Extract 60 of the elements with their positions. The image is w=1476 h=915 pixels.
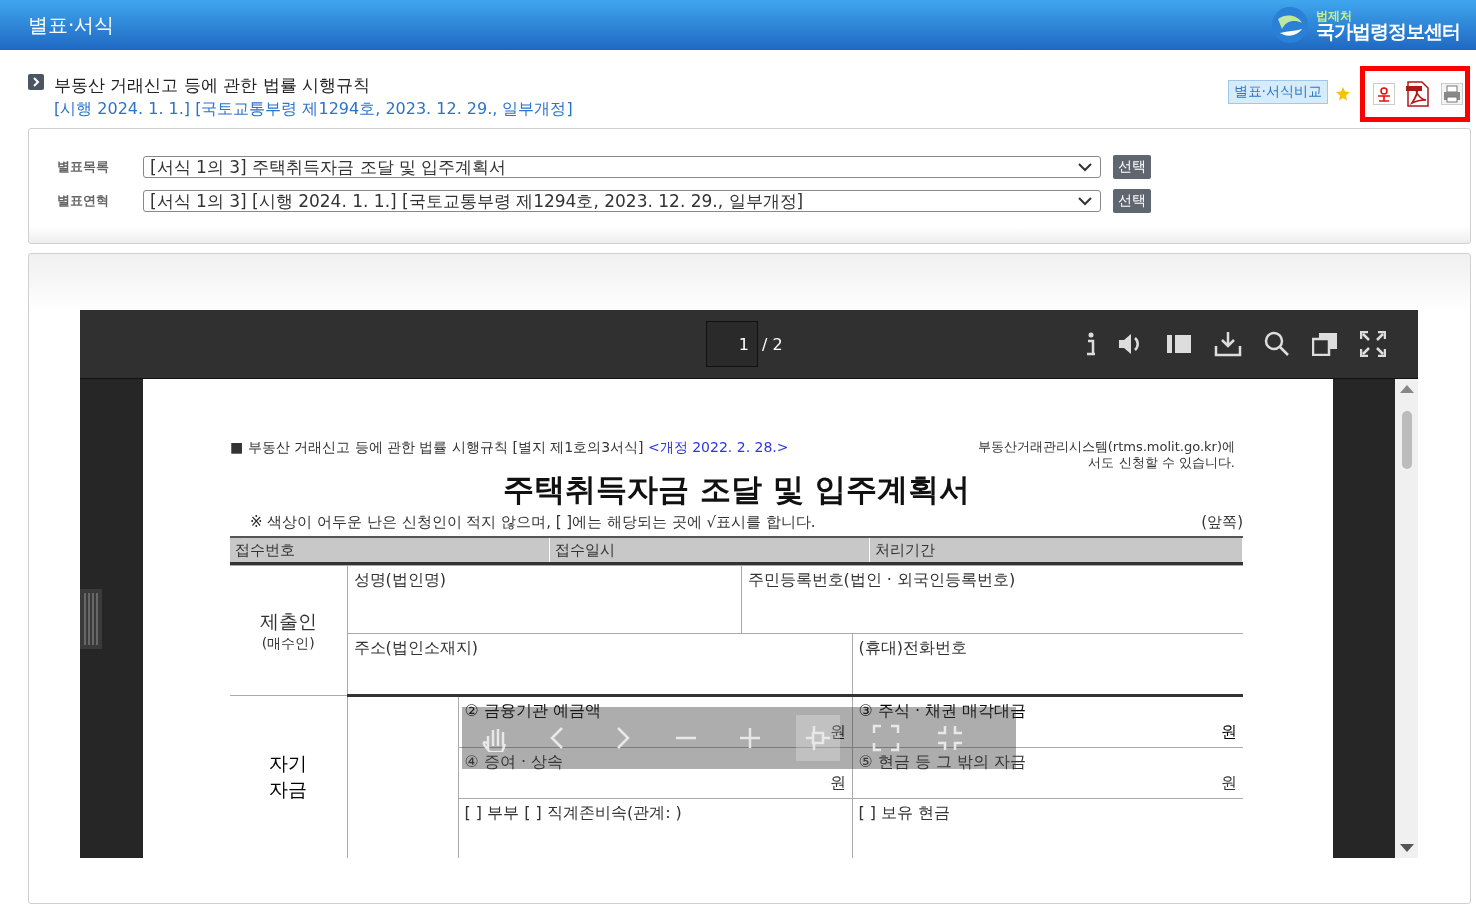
page-total: / 2 [762, 334, 783, 354]
page-title: 별표·서식 [28, 11, 115, 39]
receipt-header: 접수번호 [230, 538, 550, 562]
instruction-text: ※ 색상이 어두운 난은 신청인이 적지 않으며, [ ]에는 해당되는 곳에 √표시를 합니다. [250, 513, 816, 532]
page-side: (앞쪽) [1201, 513, 1243, 532]
scroll-up-icon[interactable] [1399, 385, 1414, 393]
receipt-header: 접수일시 [550, 538, 870, 562]
search-icon[interactable] [1264, 331, 1290, 357]
info-icon[interactable] [1086, 332, 1096, 356]
unit-label: 원 [829, 773, 846, 794]
compare-button[interactable]: 별표·서식비교 [1227, 80, 1328, 104]
select-button[interactable]: 선택 [1113, 189, 1151, 213]
section-sublabel: (매수인) [260, 634, 316, 653]
select-button[interactable]: 선택 [1113, 155, 1151, 179]
online-note: 부동산거래관리시스템(rtms.molit.go.kr)에 [977, 439, 1235, 455]
section-label: 자기 자금 [268, 751, 309, 802]
fullscreen-icon[interactable] [1360, 331, 1386, 357]
chevron-down-icon [1078, 162, 1092, 172]
section-label: 제출인 [259, 609, 317, 632]
checkbox-option: [ ] 부부 [ ] 직계존비속(관계: ) [464, 803, 682, 822]
fund-item: ④ 증여 · 상속 [464, 752, 564, 773]
scroll-down-icon[interactable] [1399, 844, 1414, 852]
dropdown[interactable]: [서식 1의 3] [시행 2024. 1. 1.] [국토교통부령 제1294호, 2023. 12. 29., 일부개정] [143, 190, 1101, 212]
fit-page-icon[interactable] [804, 724, 832, 752]
print-icon[interactable] [1441, 83, 1463, 105]
pdf-icon[interactable] [1405, 81, 1431, 107]
page-number-field[interactable]: 1 [706, 321, 758, 367]
fund-item: ② 금융기관 예금액 [464, 701, 601, 722]
logo-subtitle: 법제처 [1316, 9, 1352, 22]
window-icon[interactable] [1312, 332, 1338, 356]
form-title: 주택취득자금 조달 및 입주계획서 [502, 470, 971, 509]
unit-label: 원 [1221, 722, 1237, 743]
expand-icon[interactable] [872, 724, 900, 752]
law-name: 부동산 거래신고 등에 관한 법률 시행규칙 [54, 74, 372, 97]
field-label: 주민등록번호(법인 · 외국인등록번호) [747, 570, 1016, 589]
field-label: (휴대)전화번호 [858, 638, 967, 657]
scrollbar-thumb[interactable] [1401, 411, 1412, 469]
online-note: 서도 신청할 수 있습니다. [1088, 455, 1235, 471]
sidebar-handle[interactable] [80, 588, 102, 649]
chevron-down-icon [1078, 196, 1092, 206]
logo-title: 국가법령정보센터 [1316, 21, 1460, 41]
sidebar-icon[interactable] [1166, 334, 1192, 354]
dropdown[interactable]: [서식 1의 3] 주택취득자금 조달 및 입주계획서 [143, 156, 1101, 178]
document-icon[interactable] [1373, 83, 1395, 105]
field-label: 성명(법인명) [353, 570, 446, 589]
law-history: [시행 2024. 1. 1.] [국토교통부령 제1294호, 2023. 12. 29., 일부개정] [54, 99, 573, 120]
unit-label: 원 [829, 722, 846, 743]
download-icon[interactable] [1214, 331, 1242, 357]
revision-date: <개정 2022. 2. 28.> [648, 439, 789, 455]
shrink-icon[interactable] [936, 724, 964, 752]
form-reference: ■ 부동산 거래신고 등에 관한 법률 시행규칙 [별지 제1호의3서식] <개정 2022. 2. 28.> [230, 439, 789, 457]
checkbox-option: [ ] 보유 현금 [858, 803, 951, 822]
selector-label: 별표연혁 [57, 192, 110, 210]
scrollbar[interactable] [1395, 379, 1418, 858]
field-label: 주소(법인소재지) [353, 638, 478, 657]
receipt-header: 처리기간 [870, 538, 1243, 562]
unit-label: 원 [1221, 773, 1237, 794]
logo-icon [1270, 5, 1310, 45]
star-icon[interactable] [1336, 86, 1352, 102]
selector-label: 별표목록 [57, 158, 110, 176]
